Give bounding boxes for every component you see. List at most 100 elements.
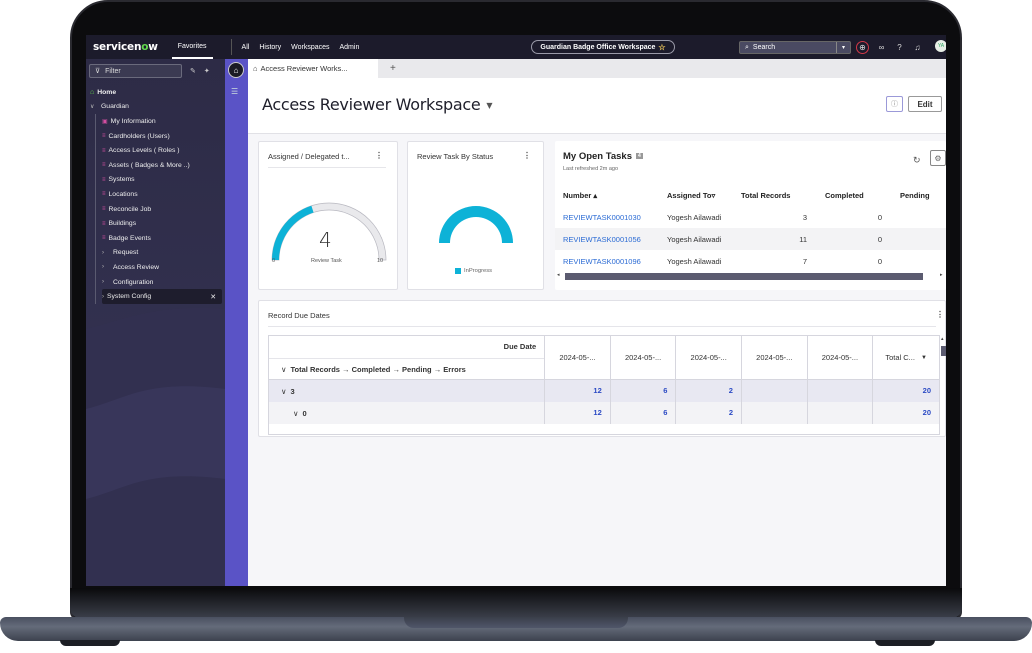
sidebar-item-cardholders[interactable]: ≡ Cardholders (Users): [102, 129, 222, 144]
add-tab-button[interactable]: +: [390, 59, 396, 78]
star-icon[interactable]: ☆: [658, 43, 665, 52]
global-search[interactable]: ⌕ Search ▾: [739, 41, 851, 54]
nav-admin[interactable]: Admin: [340, 44, 360, 51]
nav-favorites[interactable]: Favorites: [171, 35, 213, 59]
pivot-cell[interactable]: [742, 402, 808, 424]
close-icon[interactable]: ✕: [210, 293, 216, 301]
gear-icon[interactable]: ⚙: [930, 150, 946, 166]
sidebar-item-system-config[interactable]: › System Config ✕: [102, 289, 222, 304]
count-badge: 4: [636, 153, 643, 160]
navigation-tree: ⌂ Home ∨ Guardian ▣ My Information ≡ Cardhol…: [90, 85, 222, 304]
column-completed[interactable]: Completed: [815, 191, 890, 200]
vertical-scrollbar[interactable]: ▴: [940, 336, 946, 446]
column-total-records[interactable]: Total Records: [731, 191, 815, 200]
pivot-row-label[interactable]: ∨ 3: [269, 380, 546, 402]
sidebar-item-access-levels[interactable]: ≡ Access Levels ( Roles ): [102, 143, 222, 158]
sidebar-item-badge-events[interactable]: ≡ Badge Events: [102, 231, 222, 246]
sidebar-item-request[interactable]: › Request: [102, 246, 222, 261]
pivot-cell[interactable]: 12: [545, 402, 611, 424]
sidebar-wave-background: [86, 308, 225, 586]
more-options-icon[interactable]: ⋮: [936, 310, 944, 319]
bell-icon[interactable]: ♫: [911, 41, 924, 54]
list-icon: ≡: [102, 235, 106, 242]
pivot-cell[interactable]: 6: [611, 380, 677, 402]
scroll-right-icon[interactable]: ▸: [940, 272, 943, 278]
sidebar-item-assets[interactable]: ≡ Assets ( Badges & More ..): [102, 158, 222, 173]
nav-workspaces[interactable]: Workspaces: [291, 44, 329, 51]
more-options-icon[interactable]: ⋮: [375, 151, 383, 160]
task-number-link[interactable]: REVIEWTASK0001096: [555, 257, 659, 266]
caret-down-icon[interactable]: ▼: [486, 101, 492, 110]
globe-icon[interactable]: ⊕: [856, 41, 869, 54]
sidebar-item-label: Guardian: [101, 103, 129, 111]
column-number[interactable]: Number ▴: [555, 191, 659, 200]
pivot-row-label[interactable]: ∨ 0: [269, 402, 546, 424]
sidebar: ⊽ Filter ✎ ✦ ⌂ Home ∨ Guardian ▣ My Informat…: [86, 59, 225, 586]
donut-segment-inprogress[interactable]: [439, 206, 513, 243]
home-icon[interactable]: ⌂: [228, 62, 244, 78]
row-path-text: Total Records → Completed → Pending → Er…: [290, 364, 466, 374]
help-icon[interactable]: ?: [893, 41, 906, 54]
sidebar-item-systems[interactable]: ≡ Systems: [102, 173, 222, 188]
column-date[interactable]: 2024-05-...: [611, 336, 677, 379]
pin-icon[interactable]: ✦: [204, 67, 210, 75]
user-avatar[interactable]: YA: [935, 40, 946, 52]
sidebar-group-guardian[interactable]: ∨ Guardian: [90, 100, 222, 115]
column-date[interactable]: 2024-05-...: [545, 336, 611, 379]
chat-icon[interactable]: ∞: [875, 41, 888, 54]
column-date[interactable]: 2024-05-...: [742, 336, 808, 379]
scroll-up-icon[interactable]: ▴: [941, 336, 944, 342]
scrollbar-thumb[interactable]: [565, 273, 923, 280]
column-date[interactable]: 2024-05-...: [808, 336, 874, 379]
info-button[interactable]: ⓘ: [886, 96, 903, 112]
refresh-icon[interactable]: ↻: [913, 155, 921, 166]
pivot-cell[interactable]: [808, 402, 874, 424]
pivot-cell[interactable]: [808, 380, 874, 402]
workspace-pill[interactable]: Guardian Badge Office Workspace ☆: [531, 40, 675, 54]
task-number-link[interactable]: REVIEWTASK0001030: [555, 213, 659, 222]
filter-input[interactable]: ⊽ Filter: [89, 64, 182, 78]
pivot-cell[interactable]: 6: [611, 402, 677, 424]
row-path-label[interactable]: ∨ Total Records → Completed → Pending → E…: [269, 358, 545, 379]
page-title[interactable]: Access Reviewer Workspace ▼: [262, 95, 493, 114]
nav-history[interactable]: History: [259, 44, 281, 51]
column-date[interactable]: 2024-05-...: [676, 336, 742, 379]
sidebar-item-home[interactable]: ⌂ Home: [90, 85, 222, 100]
edit-button[interactable]: Edit: [908, 96, 942, 112]
my-open-tasks-card: My Open Tasks 4 Last refreshed 2m ago ↻ ⚙…: [555, 141, 946, 290]
workspace-pill-label: Guardian Badge Office Workspace: [540, 43, 656, 51]
sidebar-item-configuration[interactable]: › Configuration: [102, 275, 222, 290]
servicenow-logo[interactable]: servicenow: [93, 41, 158, 53]
pivot-cell[interactable]: [742, 380, 808, 402]
pivot-cell[interactable]: 2: [676, 380, 742, 402]
sidebar-item-buildings[interactable]: ≡ Buildings: [102, 216, 222, 231]
nav-all[interactable]: All: [242, 44, 250, 51]
more-options-icon[interactable]: ⋮: [523, 151, 531, 160]
sidebar-item-reconcile-job[interactable]: ≡ Reconcile Job: [102, 202, 222, 217]
scrollbar-thumb[interactable]: [941, 346, 946, 356]
scroll-left-icon[interactable]: ◂: [557, 272, 560, 278]
horizontal-scrollbar[interactable]: ◂ ▸: [555, 271, 946, 281]
edit-icon[interactable]: ✎: [190, 67, 196, 75]
list-icon[interactable]: ☰: [231, 87, 238, 96]
tab-access-reviewer-workspace[interactable]: ⌂ Access Reviewer Works...: [248, 59, 378, 78]
search-input[interactable]: Search: [753, 44, 775, 51]
laptop-frame: servicenow Favorites All History Workspa…: [0, 0, 1032, 653]
column-assigned-to[interactable]: Assigned To▿: [659, 191, 731, 200]
pivot-cell[interactable]: 2: [676, 402, 742, 424]
task-number-link[interactable]: REVIEWTASK0001056: [555, 235, 659, 244]
pivot-cell[interactable]: 20: [873, 380, 939, 402]
sidebar-item-my-information[interactable]: ▣ My Information: [102, 114, 222, 129]
column-pending[interactable]: Pending: [890, 191, 946, 200]
column-total[interactable]: Total C... ▼: [873, 336, 939, 379]
card-title: Review Task By Status: [417, 152, 494, 161]
pivot-cell[interactable]: 12: [545, 380, 611, 402]
total-records: 3: [802, 212, 807, 222]
sidebar-item-access-review[interactable]: › Access Review: [102, 260, 222, 275]
completed: 0: [877, 212, 882, 222]
app-rail: ⌂ ☰: [225, 59, 248, 586]
search-scope-dropdown[interactable]: ▾: [836, 42, 850, 53]
sidebar-item-locations[interactable]: ≡ Locations: [102, 187, 222, 202]
pivot-cell[interactable]: 20: [873, 402, 939, 424]
sort-down-icon[interactable]: ▼: [921, 355, 927, 361]
